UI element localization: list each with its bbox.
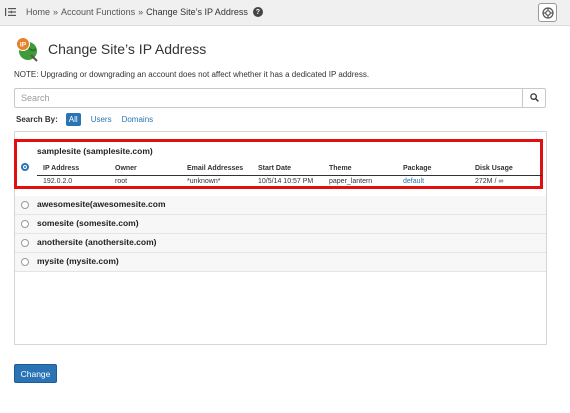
details-header: IP Address Owner Email Addresses Start D… xyxy=(37,163,542,176)
filter-all[interactable]: All xyxy=(65,113,81,126)
search-input[interactable] xyxy=(15,89,520,107)
ip-note: NOTE: Upgrading or downgrading an accoun… xyxy=(14,70,370,79)
change-button[interactable]: Change xyxy=(14,364,57,383)
account-name: mysite (mysite.com) xyxy=(37,256,119,266)
email-value: *unknown* xyxy=(187,178,221,185)
top-bar: Home » Account Functions » Change Site’s… xyxy=(0,0,570,26)
svg-text:IP: IP xyxy=(20,42,27,49)
breadcrumb-home[interactable]: Home xyxy=(26,7,50,17)
account-radio[interactable] xyxy=(21,220,29,228)
search-by-label: Search By: xyxy=(16,115,58,124)
owner-value: root xyxy=(115,178,128,185)
search-bar xyxy=(14,88,546,108)
account-radio[interactable] xyxy=(21,201,29,209)
list-item[interactable]: awesomesite(awesomesite.com xyxy=(15,196,546,215)
table-row: 192.0.2.0 root *unknown* 10/5/14 10:57 P… xyxy=(37,176,542,188)
account-name: somesite (somesite.com) xyxy=(37,218,139,228)
column-header: Package xyxy=(403,165,432,172)
account-radio[interactable] xyxy=(21,239,29,247)
column-header: Owner xyxy=(115,165,137,172)
search-by: Search By: All Users Domains xyxy=(16,113,163,126)
column-header: Theme xyxy=(329,165,352,172)
selected-account[interactable]: samplesite (samplesite.com) IP Address O… xyxy=(14,139,543,189)
account-radio-selected[interactable] xyxy=(21,163,29,171)
list-item[interactable]: mysite (mysite.com) xyxy=(15,253,546,272)
column-header: Email Addresses xyxy=(187,165,244,172)
page-title: Change Site’s IP Address xyxy=(48,41,207,57)
help-icon[interactable]: ? xyxy=(252,7,263,17)
breadcrumb: Home » Account Functions » Change Site’s… xyxy=(26,7,263,17)
list-item[interactable]: anothersite (anothersite.com) xyxy=(15,234,546,253)
search-button[interactable] xyxy=(522,89,545,107)
column-header: Disk Usage xyxy=(475,165,513,172)
filter-domains[interactable]: Domains xyxy=(122,115,154,124)
account-name: anothersite (anothersite.com) xyxy=(37,237,157,247)
account-details-table: IP Address Owner Email Addresses Start D… xyxy=(37,163,542,188)
breadcrumb-current: Change Site’s IP Address xyxy=(146,7,248,17)
breadcrumb-separator: » xyxy=(138,7,144,17)
disk-usage-value: 272M / ∞ xyxy=(475,178,504,185)
account-name: awesomesite(awesomesite.com xyxy=(37,199,166,209)
column-header: Start Date xyxy=(258,165,292,172)
column-header: IP Address xyxy=(43,165,80,172)
ip-address-icon: IP xyxy=(14,36,40,62)
search-icon xyxy=(529,92,539,104)
breadcrumb-separator: » xyxy=(53,7,59,17)
page-header: IP Change Site’s IP Address xyxy=(14,36,206,62)
list-item[interactable]: somesite (somesite.com) xyxy=(15,215,546,234)
account-name: samplesite (samplesite.com) xyxy=(37,146,153,156)
ip-address-value: 192.0.2.0 xyxy=(43,178,73,185)
package-link[interactable]: default xyxy=(403,178,424,185)
lifebuoy-icon[interactable] xyxy=(538,3,557,22)
menu-arrow-icon[interactable] xyxy=(4,6,16,18)
start-date-value: 10/5/14 10:57 PM xyxy=(258,178,314,185)
breadcrumb-account-functions[interactable]: Account Functions xyxy=(61,7,135,17)
filter-users[interactable]: Users xyxy=(91,115,112,124)
account-radio[interactable] xyxy=(21,258,29,266)
theme-value: paper_lantern xyxy=(329,178,373,185)
